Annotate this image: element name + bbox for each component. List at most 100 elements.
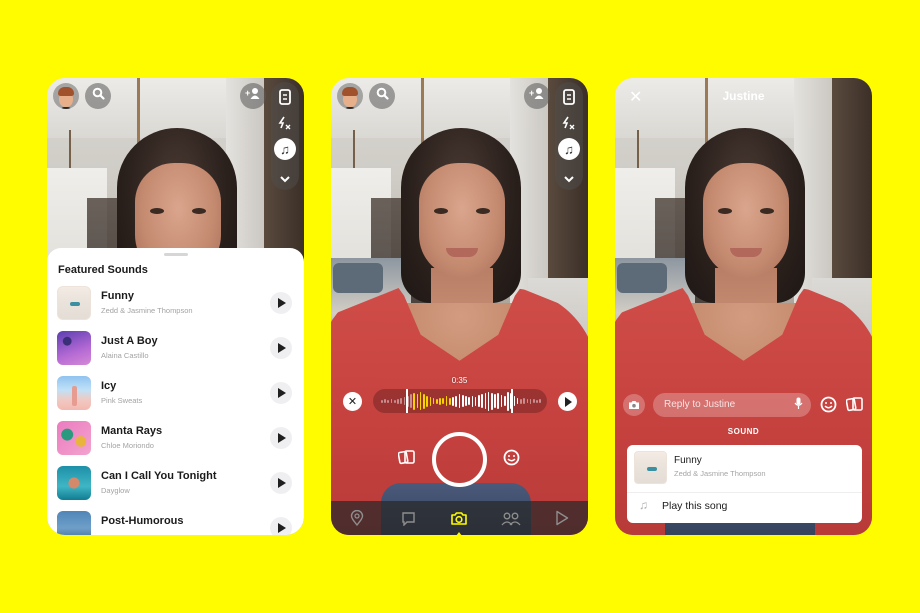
- waveform-bar: [413, 392, 415, 410]
- waveform-bar: [471, 395, 474, 407]
- bitmoji-avatar[interactable]: [53, 83, 79, 109]
- play-icon: [278, 298, 286, 308]
- play-preview-button[interactable]: [270, 517, 292, 535]
- album-art: [57, 511, 91, 535]
- waveform-bar: [487, 391, 490, 411]
- track-artist: Pink Sweats: [101, 396, 143, 405]
- track-name: Funny: [101, 290, 134, 302]
- nav-map[interactable]: [342, 503, 372, 533]
- svg-text:+: +: [529, 88, 534, 98]
- album-art: [57, 331, 91, 365]
- reply-placeholder: Reply to Justine: [664, 399, 736, 410]
- waveform-bar: [529, 398, 532, 404]
- track-artist: Dayglow: [101, 486, 130, 495]
- waveform-bar: [410, 394, 412, 408]
- add-friend-button[interactable]: +: [240, 83, 266, 109]
- trim-handle-end[interactable]: [511, 389, 513, 413]
- nav-stories[interactable]: [496, 503, 526, 533]
- waveform-bar: [435, 398, 438, 404]
- reply-input[interactable]: Reply to Justine: [653, 393, 811, 417]
- sheet-title: Featured Sounds: [58, 264, 148, 276]
- waveform-bar: [490, 392, 493, 410]
- sound-list-item[interactable]: Can I Call You Tonight Dayglow: [47, 466, 304, 511]
- waveform-bar: [484, 393, 487, 409]
- waveform-bar: [419, 392, 422, 410]
- waveform-bar: [381, 399, 383, 403]
- nav-chat[interactable]: [393, 503, 423, 533]
- waveform-bar: [478, 395, 480, 407]
- waveform-bar: [500, 395, 503, 407]
- memories-icon[interactable]: [397, 449, 416, 469]
- play-icon: [278, 523, 286, 533]
- waveform-bar: [452, 396, 454, 406]
- chat-icon: [401, 511, 415, 526]
- memories-icon[interactable]: [845, 396, 864, 415]
- camera-icon: [629, 401, 639, 409]
- sound-artist: Zedd & Jasmine Thompson: [674, 469, 766, 478]
- flip-camera-icon[interactable]: [555, 86, 583, 108]
- bitmoji-avatar[interactable]: [337, 83, 363, 109]
- phone-chat-sound: ✕ Justine Reply to Justine SOUND Funny Z…: [615, 78, 872, 535]
- waveform-bar: [461, 395, 464, 407]
- lens-icon[interactable]: [503, 449, 520, 470]
- track-name: Post-Humorous: [101, 515, 184, 527]
- phone-featured-sounds: + ♫ Featured Sounds Funny Zedd & Jasmine …: [47, 78, 304, 535]
- play-icon: [278, 478, 286, 488]
- emoji-icon[interactable]: [820, 396, 837, 417]
- waveform-bar: [445, 396, 448, 406]
- nav-camera[interactable]: [444, 503, 474, 535]
- waveform[interactable]: [381, 390, 542, 412]
- sound-list-item[interactable]: Icy Pink Sweats: [47, 376, 304, 421]
- sheet-grabber[interactable]: [164, 253, 188, 256]
- bottom-nav: [331, 501, 588, 535]
- sound-card[interactable]: Funny Zedd & Jasmine Thompson ♫ Play thi…: [627, 445, 862, 523]
- play-preview-button[interactable]: [270, 292, 292, 314]
- sound-list-item[interactable]: Post-Humorous: [47, 511, 304, 535]
- play-icon: [278, 433, 286, 443]
- play-icon: [278, 343, 286, 353]
- search-button[interactable]: [369, 83, 395, 109]
- music-icon[interactable]: ♫: [555, 138, 583, 160]
- search-icon: [92, 87, 105, 105]
- waveform-bar: [423, 393, 425, 409]
- camera-reply-button[interactable]: [623, 394, 645, 416]
- waveform-bar: [494, 394, 496, 408]
- capture-button[interactable]: [432, 432, 487, 487]
- waveform-bar: [390, 399, 393, 403]
- add-friend-button[interactable]: +: [524, 83, 550, 109]
- waveform-bar: [520, 398, 522, 404]
- waveform-bar: [539, 399, 542, 403]
- play-preview-button[interactable]: [270, 472, 292, 494]
- phone-sound-trim: + ♫ 0:35 ✕: [331, 78, 588, 535]
- chevron-down-icon[interactable]: [271, 168, 299, 190]
- search-icon: [376, 87, 389, 105]
- waveform-bar: [523, 398, 525, 404]
- remove-sound-button[interactable]: ✕: [343, 392, 362, 411]
- chevron-down-icon[interactable]: [555, 168, 583, 190]
- waveform-bar: [516, 398, 519, 404]
- track-name: Icy: [101, 380, 117, 392]
- flash-off-icon[interactable]: [555, 112, 583, 134]
- track-artist: Zedd & Jasmine Thompson: [101, 306, 193, 315]
- album-art: [57, 286, 91, 320]
- play-this-song-button[interactable]: Play this song: [662, 500, 727, 512]
- svg-text:+: +: [245, 88, 250, 98]
- waveform-bar: [507, 391, 509, 411]
- camera-tools-rail: ♫: [271, 82, 299, 190]
- flash-off-icon[interactable]: [271, 112, 299, 134]
- search-button[interactable]: [85, 83, 111, 109]
- nav-spotlight[interactable]: [547, 503, 577, 533]
- trim-handle-start[interactable]: [406, 389, 408, 413]
- play-preview-button[interactable]: [270, 427, 292, 449]
- sound-list-item[interactable]: Manta Rays Chloe Moriondo: [47, 421, 304, 466]
- microphone-icon[interactable]: [794, 397, 803, 413]
- flip-camera-icon[interactable]: [271, 86, 299, 108]
- preview-play-button[interactable]: [558, 392, 577, 411]
- music-icon[interactable]: ♫: [271, 138, 299, 160]
- sound-list-item[interactable]: Funny Zedd & Jasmine Thompson: [47, 286, 304, 331]
- play-preview-button[interactable]: [270, 337, 292, 359]
- sound-list-item[interactable]: Just A Boy Alaina Castillo: [47, 331, 304, 376]
- play-preview-button[interactable]: [270, 382, 292, 404]
- waveform-bar: [536, 399, 538, 403]
- waveform-bar: [432, 398, 435, 404]
